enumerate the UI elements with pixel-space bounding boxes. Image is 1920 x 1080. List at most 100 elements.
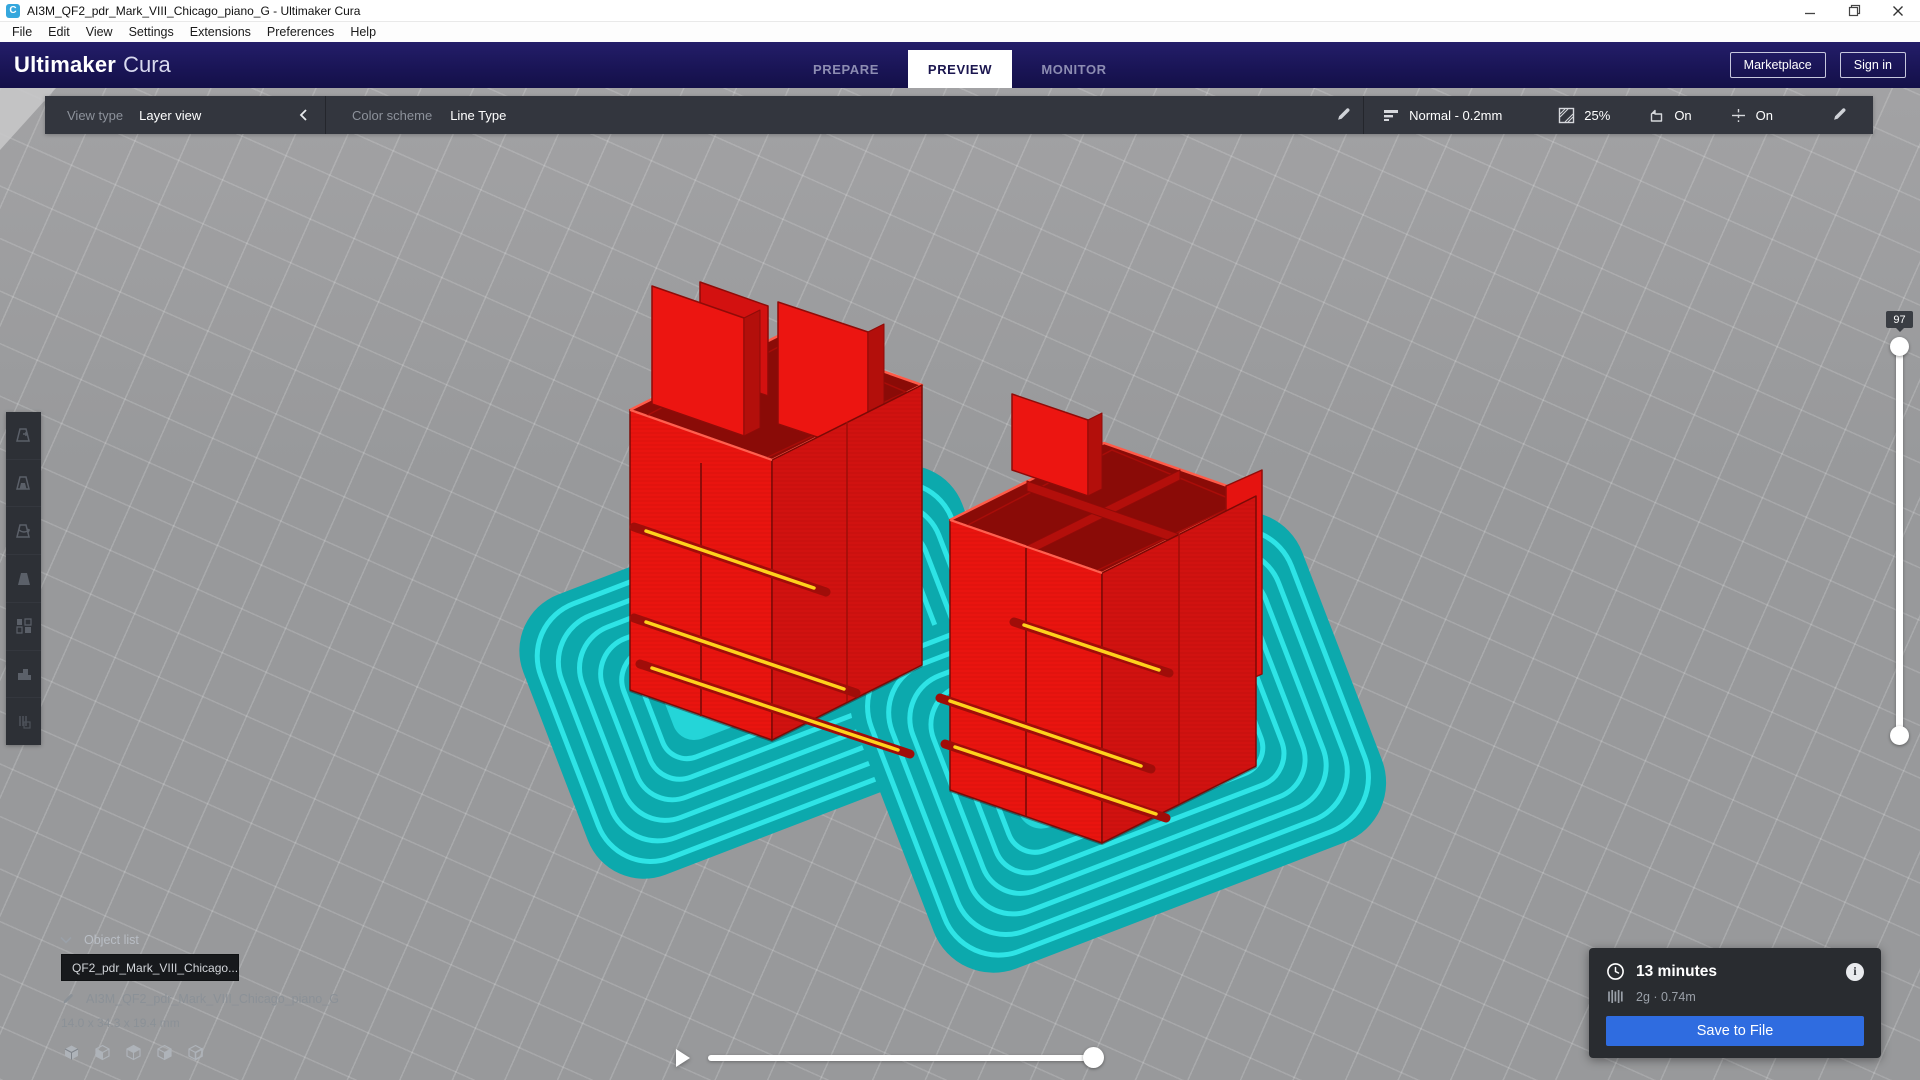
layer-slider-top-handle[interactable]	[1890, 337, 1909, 356]
layer-slider-bottom-handle[interactable]	[1890, 726, 1909, 745]
print-output-panel: 13 minutes i 2g · 0.74m Save to File	[1589, 948, 1881, 1058]
material-usage-icon	[1606, 988, 1625, 1005]
close-button[interactable]	[1876, 0, 1920, 21]
save-to-file-button[interactable]: Save to File	[1606, 1016, 1864, 1046]
infill-value: 25%	[1584, 108, 1610, 123]
layer-profile-icon	[1382, 107, 1400, 123]
chevron-left-icon	[297, 107, 311, 123]
menu-settings[interactable]: Settings	[121, 22, 182, 42]
pencil-icon	[1335, 107, 1351, 123]
brand-light: Cura	[123, 52, 171, 78]
minimize-button[interactable]	[1788, 0, 1832, 21]
support-setting[interactable]: On	[1648, 96, 1691, 134]
custom-tool-button[interactable]	[6, 698, 41, 745]
path-slider-handle[interactable]	[1083, 1047, 1104, 1068]
rotate-tool-button[interactable]	[6, 507, 41, 555]
support-icon	[1648, 107, 1665, 124]
collapse-panel-button[interactable]	[297, 107, 311, 123]
per-model-settings-button[interactable]	[6, 603, 41, 651]
mirror-tool-button[interactable]	[6, 555, 41, 603]
material-usage-estimate: 2g · 0.74m	[1636, 990, 1696, 1004]
support-value: On	[1674, 108, 1691, 123]
move-tool-icon	[14, 425, 34, 445]
stage-tabs: PREPARE PREVIEW MONITOR	[789, 42, 1131, 88]
cura-window: C AI3M_QF2_pdr_Mark_VIII_Chicago_piano_G…	[0, 0, 1920, 1080]
view-front-button[interactable]	[93, 1043, 111, 1061]
stage-bar: View type Layer view Color scheme Line T…	[45, 96, 1873, 134]
tab-prepare[interactable]: PREPARE	[794, 50, 898, 88]
menu-file[interactable]: File	[4, 22, 40, 42]
cube-3d-icon	[63, 1044, 80, 1061]
model-name-row[interactable]: AI3M_QF2_pdr_Mark_VIII_Chicago_piano_G	[61, 992, 339, 1006]
cube-top-icon	[125, 1044, 142, 1061]
color-scheme-selector[interactable]: Color scheme Line Type	[326, 96, 532, 134]
object-list-header[interactable]: Object list	[60, 933, 139, 947]
print-time-estimate: 13 minutes	[1636, 963, 1717, 981]
move-tool-button[interactable]	[6, 412, 41, 460]
title-bar: C AI3M_QF2_pdr_Mark_VIII_Chicago_piano_G…	[0, 0, 1920, 22]
restore-button[interactable]	[1832, 0, 1876, 21]
print-profile-setting[interactable]: Normal - 0.2mm	[1382, 96, 1502, 134]
rotate-tool-icon	[14, 521, 34, 541]
object-list-item[interactable]: QF2_pdr_Mark_VIII_Chicago...	[61, 954, 239, 981]
app-logo: Ultimaker Cura	[14, 42, 171, 88]
layer-number-badge: 97	[1886, 311, 1913, 328]
pencil-icon	[1831, 107, 1847, 123]
model-right[interactable]	[940, 394, 1262, 843]
edit-print-settings-button[interactable]	[1819, 96, 1859, 134]
restore-icon	[1848, 4, 1861, 17]
menu-edit[interactable]: Edit	[40, 22, 78, 42]
model-name-text: AI3M_QF2_pdr_Mark_VIII_Chicago_piano_G	[86, 992, 339, 1006]
tab-monitor[interactable]: MONITOR	[1022, 50, 1126, 88]
menu-view[interactable]: View	[78, 22, 121, 42]
info-icon[interactable]: i	[1846, 963, 1864, 981]
play-button[interactable]	[674, 1047, 692, 1074]
model-dimensions: 14.0 x 34.3 x 19.4 mm	[61, 1016, 180, 1030]
window-title: AI3M_QF2_pdr_Mark_VIII_Chicago_piano_G -…	[27, 4, 360, 18]
scale-tool-icon	[14, 473, 34, 493]
cube-right-icon	[187, 1044, 204, 1061]
cube-left-icon	[156, 1044, 173, 1061]
menu-extensions[interactable]: Extensions	[182, 22, 259, 42]
tab-preview[interactable]: PREVIEW	[908, 50, 1012, 88]
path-slider-track[interactable]	[708, 1055, 1098, 1061]
cube-front-icon	[94, 1044, 111, 1061]
infill-icon	[1558, 107, 1575, 124]
view-3d-button[interactable]	[62, 1043, 80, 1061]
menu-preferences[interactable]: Preferences	[259, 22, 342, 42]
marketplace-button[interactable]: Marketplace	[1730, 52, 1826, 78]
model-left[interactable]	[630, 282, 922, 754]
tool-sidebar	[6, 412, 41, 745]
layer-slider-track[interactable]	[1896, 346, 1903, 736]
pencil-icon	[61, 993, 74, 1006]
mirror-tool-icon	[14, 569, 34, 589]
view-type-selector[interactable]: View type Layer view	[45, 96, 325, 134]
menu-bar: File Edit View Settings Extensions Prefe…	[0, 22, 1920, 42]
view-type-label: View type	[67, 108, 123, 123]
support-blocker-button[interactable]	[6, 651, 41, 699]
per-model-settings-icon	[14, 616, 34, 636]
infill-setting[interactable]: 25%	[1558, 96, 1610, 134]
sliced-scene	[0, 0, 1920, 1080]
minimize-icon	[1804, 5, 1816, 17]
adhesion-value: On	[1756, 108, 1773, 123]
color-scheme-label: Color scheme	[352, 108, 432, 123]
view-type-value: Layer view	[139, 108, 201, 123]
chevron-down-icon	[60, 936, 72, 944]
custom-tool-icon	[14, 712, 34, 732]
menu-help[interactable]: Help	[342, 22, 384, 42]
main-header: Ultimaker Cura PREPARE PREVIEW MONITOR M…	[0, 42, 1920, 88]
view-left-button[interactable]	[155, 1043, 173, 1061]
close-icon	[1892, 5, 1904, 17]
adhesion-setting[interactable]: On	[1730, 96, 1773, 134]
adhesion-icon	[1730, 107, 1747, 124]
sign-in-button[interactable]: Sign in	[1840, 52, 1906, 78]
scale-tool-button[interactable]	[6, 460, 41, 508]
view-right-button[interactable]	[186, 1043, 204, 1061]
clock-icon	[1606, 962, 1625, 981]
edit-view-settings-button[interactable]	[1323, 96, 1363, 134]
support-blocker-icon	[14, 664, 34, 684]
object-list-label: Object list	[84, 933, 139, 947]
color-scheme-value: Line Type	[450, 108, 506, 123]
view-top-button[interactable]	[124, 1043, 142, 1061]
